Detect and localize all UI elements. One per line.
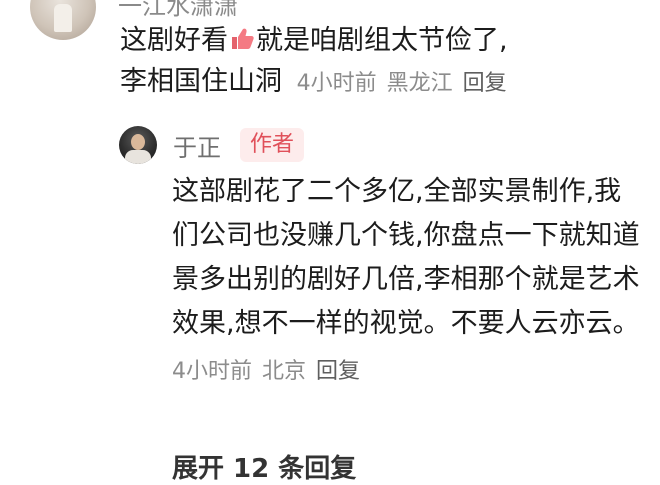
comment-reply-button[interactable]: 回复 [463,71,507,96]
commenter-name[interactable]: 一江水潇潇 [118,0,238,21]
reply-meta: 4小时前 北京 回复 [172,359,360,384]
comment-time: 4小时前 [296,71,377,96]
comment-text-line2: 李相国住山洞 [120,66,282,97]
reply-reply-button[interactable]: 回复 [316,359,360,384]
reply-time: 4小时前 [172,359,252,384]
reply-author-name[interactable]: 于正 [173,128,221,163]
author-badge: 作者 [240,128,305,162]
avatar-figure [54,4,72,32]
comment-text-start: 这剧好看 [120,25,228,56]
comment-location: 黑龙江 [386,71,453,96]
reply-avatar[interactable] [119,126,157,164]
comment-thread: 一江水潇潇 这剧好看 就是咱剧组太节俭了, 李相国住山洞 4小时前 黑龙江 回复 于… [0,0,660,485]
thumbs-up-icon [232,28,254,49]
avatar-face [131,134,145,150]
reply-text: 这部剧花了二个多亿,全部实景制作,我们公司也没赚几个钱,你盘点一下就知道景多出别… [172,176,640,339]
comment-body: 这剧好看 就是咱剧组太节俭了, 李相国住山洞 4小时前 黑龙江 回复 [120,20,640,104]
avatar-body [125,150,151,164]
comment-text-rest: 就是咱剧组太节俭了, [256,25,508,56]
expand-replies-button[interactable]: 展开 12 条回复 [172,448,356,485]
reply-body: 这部剧花了二个多亿,全部实景制作,我们公司也没赚几个钱,你盘点一下就知道景多出别… [172,170,640,394]
reply-location: 北京 [262,359,307,384]
comment-meta: 4小时前 黑龙江 回复 [297,71,507,96]
commenter-avatar[interactable] [30,0,96,40]
